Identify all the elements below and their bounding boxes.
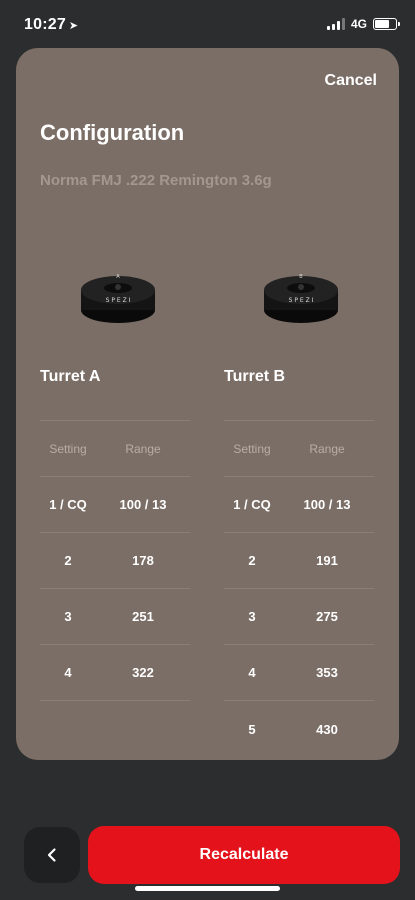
turret-b-title: Turret B xyxy=(224,368,286,385)
battery-icon xyxy=(373,18,400,30)
range-cell: 322 xyxy=(132,665,154,680)
table-header-row: Setting Range xyxy=(40,421,190,477)
cancel-button[interactable]: Cancel xyxy=(325,72,377,90)
setting-cell: 5 xyxy=(248,721,256,737)
status-time-text: 10:27 xyxy=(24,16,66,33)
setting-cell: 2 xyxy=(64,553,72,568)
range-cell: 191 xyxy=(316,553,338,568)
turret-b-table: Setting Range 1 / CQ 100 / 13 2 191 3 27… xyxy=(224,420,374,757)
svg-text:S P E Z I: S P E Z I xyxy=(106,297,131,304)
table-row: 3 251 xyxy=(40,589,190,645)
table-row: 2 191 xyxy=(224,533,374,589)
chevron-left-icon xyxy=(47,848,56,862)
table-row: 4 353 xyxy=(224,645,374,701)
table-row: 2 178 xyxy=(40,533,190,589)
recalculate-button[interactable]: Recalculate xyxy=(88,826,400,884)
range-cell: 353 xyxy=(316,665,338,680)
turret-a-table: Setting Range 1 / CQ 100 / 13 2 178 3 25… xyxy=(40,420,190,701)
status-time: 10:27 ➤ xyxy=(24,16,78,34)
home-indicator xyxy=(135,886,280,891)
range-cell: 430 xyxy=(316,721,338,737)
table-row: 3 275 xyxy=(224,589,374,645)
turret-a-image: S P E Z I A xyxy=(81,274,155,323)
turret-b-image: S P E Z I B xyxy=(264,274,338,323)
setting-cell: 1 / CQ xyxy=(233,497,271,512)
range-cell: 178 xyxy=(132,553,154,568)
column-header-setting: Setting xyxy=(233,441,271,456)
setting-cell: 4 xyxy=(64,665,72,680)
column-header-setting: Setting xyxy=(49,441,87,456)
status-icons: 4G xyxy=(326,17,400,31)
signal-icon xyxy=(326,18,345,30)
setting-cell: 2 xyxy=(248,553,256,568)
setting-cell: 1 / CQ xyxy=(49,497,87,512)
table-header-row: Setting Range xyxy=(224,421,374,477)
table-row: 4 322 xyxy=(40,645,190,701)
configuration-card: Cancel Configuration Norma FMJ .222 Remi… xyxy=(16,48,399,760)
back-button[interactable] xyxy=(24,827,80,883)
ammo-subtitle: Norma FMJ .222 Remington 3.6g xyxy=(40,172,272,189)
setting-cell: 3 xyxy=(248,609,256,624)
turret-a-section: Turret A Setting Range 1 / CQ 100 / 13 2… xyxy=(40,368,190,701)
table-row: 5 430 xyxy=(224,701,374,757)
range-cell: 100 / 13 xyxy=(303,497,351,512)
column-header-range: Range xyxy=(309,441,345,456)
location-arrow-icon: ➤ xyxy=(68,20,79,32)
column-header-range: Range xyxy=(125,441,161,456)
table-row: 1 / CQ 100 / 13 xyxy=(224,477,374,533)
status-bar: 10:27 ➤ 4G xyxy=(0,0,415,48)
page-title: Configuration xyxy=(40,120,185,145)
setting-cell: 3 xyxy=(64,609,72,624)
range-cell: 275 xyxy=(316,609,338,624)
range-cell: 251 xyxy=(132,609,154,624)
svg-text:A: A xyxy=(116,274,120,280)
turret-b-section: Turret B Setting Range 1 / CQ 100 / 13 2… xyxy=(224,368,374,757)
range-cell: 100 / 13 xyxy=(119,497,167,512)
svg-text:B: B xyxy=(299,274,303,280)
turret-a-title: Turret A xyxy=(40,368,101,385)
network-type: 4G xyxy=(350,17,367,31)
table-row: 1 / CQ 100 / 13 xyxy=(40,477,190,533)
setting-cell: 4 xyxy=(248,665,256,680)
svg-text:S P E Z I: S P E Z I xyxy=(289,297,314,304)
